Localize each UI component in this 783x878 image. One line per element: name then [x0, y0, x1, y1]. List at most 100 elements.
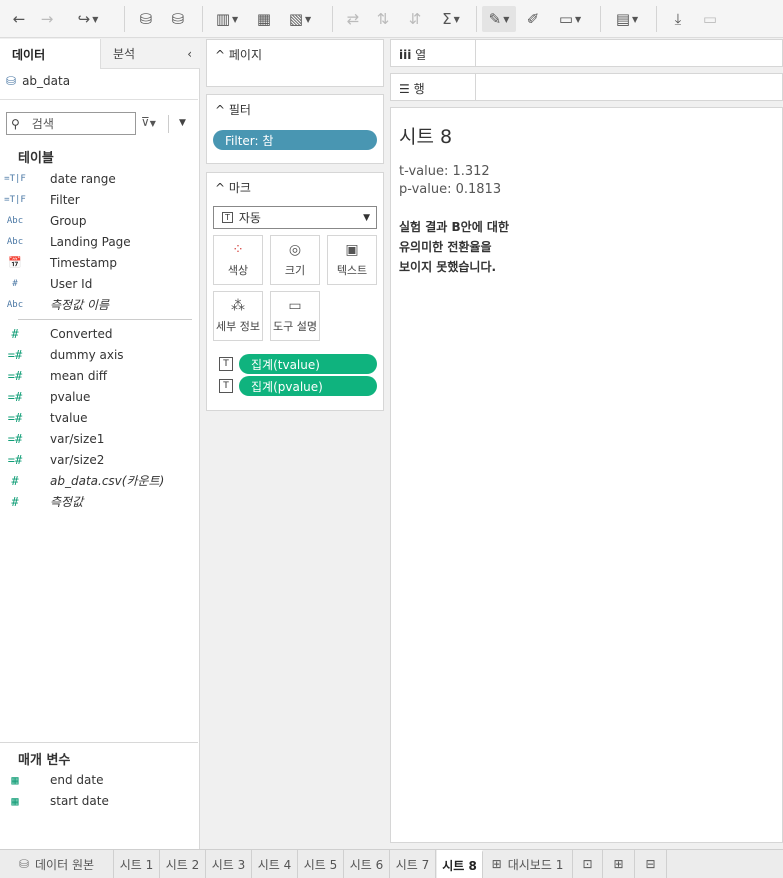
field-label: Filter — [50, 192, 80, 207]
cards-pane: ^ 페이지 ^ 필터 Filter: 참 ^ 마크 T 자동 ▼ ⁘ 색상 ◎ 크기… — [200, 39, 390, 849]
dim-field[interactable]: =T|F Filter — [0, 189, 198, 210]
sort-asc-icon[interactable]: ⇅ — [372, 6, 394, 32]
tab-sheet[interactable]: 시트 3 — [206, 850, 252, 878]
undo-icon[interactable]: ← — [8, 6, 30, 32]
text-icon[interactable]: T — [219, 379, 233, 393]
field-label: ab_data.csv(카운트) — [50, 474, 165, 488]
filters-card[interactable]: ^ 필터 Filter: 참 — [206, 94, 384, 164]
download-icon[interactable]: ⤓ — [666, 6, 690, 32]
meas-field[interactable]: # ab_data.csv(카운트) — [0, 470, 198, 491]
pause-updates-icon[interactable]: ⛁ — [166, 6, 190, 32]
columns-icon: iii — [399, 48, 412, 62]
meas-field[interactable]: =# mean diff — [0, 365, 198, 386]
calc-number-icon: =# — [7, 389, 23, 404]
fit-icon[interactable]: ▭ ▼ — [552, 6, 588, 32]
color-button[interactable]: ⁘ 색상 — [213, 235, 263, 285]
redo-icon[interactable]: → — [36, 6, 58, 32]
new-datasource-icon[interactable]: ⛁ — [134, 6, 158, 32]
number-icon: # — [12, 278, 18, 289]
tab-sheet[interactable]: 시트 6 — [344, 850, 390, 878]
tab-datasource-label: 데이터 원본 — [35, 857, 95, 872]
mark-pill-tvalue[interactable]: 집계(tvalue) — [239, 354, 377, 374]
tab-analysis[interactable]: 분석 ‹ — [100, 39, 200, 69]
dim-field[interactable]: =T|F date range — [0, 168, 198, 189]
calc-number-icon: =# — [7, 368, 23, 383]
totals-icon[interactable]: Σ ▼ — [436, 6, 466, 32]
tab-sheet[interactable]: 시트 8 — [437, 850, 483, 878]
sheet-tabs: ⛁ 데이터 원본 ⊞ 대시보드 1 ⊡ ⊞ ⊟ 시트 1 시트 2 시트 3 시트 4… — [0, 849, 783, 878]
tooltip-button[interactable]: ▭ 도구 설명 — [270, 291, 320, 341]
meas-field[interactable]: # Converted — [0, 323, 198, 344]
meas-field[interactable]: =# dummy axis — [0, 344, 198, 365]
detail-label: 세부 정보 — [216, 320, 260, 333]
presentation-icon[interactable]: ▭ — [698, 6, 722, 32]
columns-shelf[interactable]: iii 열 — [390, 39, 783, 67]
tvalue-text: t-value: 1.312 — [399, 164, 490, 179]
datetime-icon: 📅 — [8, 256, 22, 269]
duplicate-sheet-icon[interactable]: ▦ — [252, 6, 276, 32]
meas-field[interactable]: =# var/size2 — [0, 449, 198, 470]
meas-field[interactable]: # 측정값 — [0, 491, 198, 512]
detail-button[interactable]: ⁂ 세부 정보 — [213, 291, 263, 341]
tab-sheet[interactable]: 시트 4 — [252, 850, 298, 878]
tab-datasource[interactable]: ⛁ 데이터 원본 — [0, 850, 114, 878]
new-story-button[interactable]: ⊟ — [635, 850, 667, 878]
filter-icon[interactable]: ⊽▼ — [141, 115, 156, 129]
calc-number-icon: =# — [7, 452, 23, 467]
chevron-down-icon: ▼ — [363, 212, 370, 223]
swap-icon[interactable]: ⇄ — [342, 6, 364, 32]
clear-sheet-icon[interactable]: ▧ ▼ — [284, 6, 316, 32]
tab-dashboard[interactable]: ⊞ 대시보드 1 — [483, 850, 573, 878]
tab-data[interactable]: 데이터 — [0, 39, 100, 69]
highlight-icon[interactable]: ✎ ▼ — [482, 6, 516, 32]
database-icon: ⛁ — [18, 857, 30, 871]
pages-card[interactable]: ^ 페이지 — [206, 39, 384, 87]
meas-field[interactable]: =# tvalue — [0, 407, 198, 428]
menu-caret-icon[interactable]: ▼ — [179, 118, 186, 128]
mark-pill-pvalue[interactable]: 집계(pvalue) — [239, 376, 377, 396]
field-label: var/size2 — [50, 452, 105, 467]
pvalue-text: p-value: 0.1813 — [399, 182, 502, 197]
collapse-icon[interactable]: ‹ — [187, 47, 192, 61]
meas-field[interactable]: =# var/size1 — [0, 428, 198, 449]
dim-field[interactable]: Abc Landing Page — [0, 231, 198, 252]
dim-field[interactable]: 📅 Timestamp — [0, 252, 198, 273]
data-pane: 데이터 분석 ‹ ⛁ ab_data ⚲ 검색 ⊽▼ ▼ 테이블 매개 변수 =T… — [0, 39, 200, 849]
tab-sheet[interactable]: 시트 2 — [160, 850, 206, 878]
tab-sheet[interactable]: 시트 1 — [114, 850, 160, 878]
new-worksheet-icon[interactable]: ▥ ▼ — [212, 6, 242, 32]
param-field[interactable]: ▦ start date — [0, 790, 198, 811]
field-label: Timestamp — [50, 255, 117, 270]
field-label: Group — [50, 213, 87, 228]
label-button[interactable]: ▣ 텍스트 — [327, 235, 377, 285]
text-icon[interactable]: T — [219, 357, 233, 371]
tab-sheet[interactable]: 시트 5 — [298, 850, 344, 878]
calendar-icon: ▦ — [11, 772, 19, 787]
marks-card[interactable]: ^ 마크 T 자동 ▼ ⁘ 색상 ◎ 크기 ▣ 텍스트 ⁂ 세부 정보 ▭ 도구 설명 T… — [206, 172, 384, 411]
param-field[interactable]: ▦ end date — [0, 769, 198, 790]
field-label: tvalue — [50, 410, 88, 425]
tab-sheet[interactable]: 시트 7 — [390, 850, 436, 878]
tables-title: 테이블 — [18, 151, 54, 166]
show-me-icon[interactable]: ▤ ▼ — [610, 6, 644, 32]
dim-field[interactable]: # User Id — [0, 273, 198, 294]
database-icon: ⛁ — [6, 74, 17, 88]
new-worksheet-button[interactable]: ⊡ — [573, 850, 603, 878]
sheet-view[interactable]: 시트 8 t-value: 1.312 p-value: 0.1813 실험 결… — [390, 107, 783, 843]
dim-field[interactable]: Abc Group — [0, 210, 198, 231]
mark-type-value: 자동 — [238, 211, 261, 225]
edit-labels-icon[interactable]: ✐ — [522, 6, 544, 32]
filter-pill[interactable]: Filter: 참 — [213, 130, 377, 150]
rows-shelf[interactable]: ☰ 행 — [390, 73, 783, 101]
datasource-item[interactable]: ⛁ ab_data — [6, 74, 70, 88]
search-input[interactable]: ⚲ 검색 — [6, 112, 136, 135]
mark-type-select[interactable]: T 자동 ▼ — [213, 206, 377, 229]
sort-desc-icon[interactable]: ⇵ — [404, 6, 426, 32]
dim-field[interactable]: Abc 측정값 이름 — [0, 294, 198, 315]
string-icon: Abc — [6, 215, 24, 226]
replay-icon[interactable]: ↪ ▼ — [66, 6, 110, 32]
size-button[interactable]: ◎ 크기 — [270, 235, 320, 285]
meas-field[interactable]: =# pvalue — [0, 386, 198, 407]
new-dashboard-button[interactable]: ⊞ — [603, 850, 635, 878]
field-label: Landing Page — [50, 234, 131, 249]
